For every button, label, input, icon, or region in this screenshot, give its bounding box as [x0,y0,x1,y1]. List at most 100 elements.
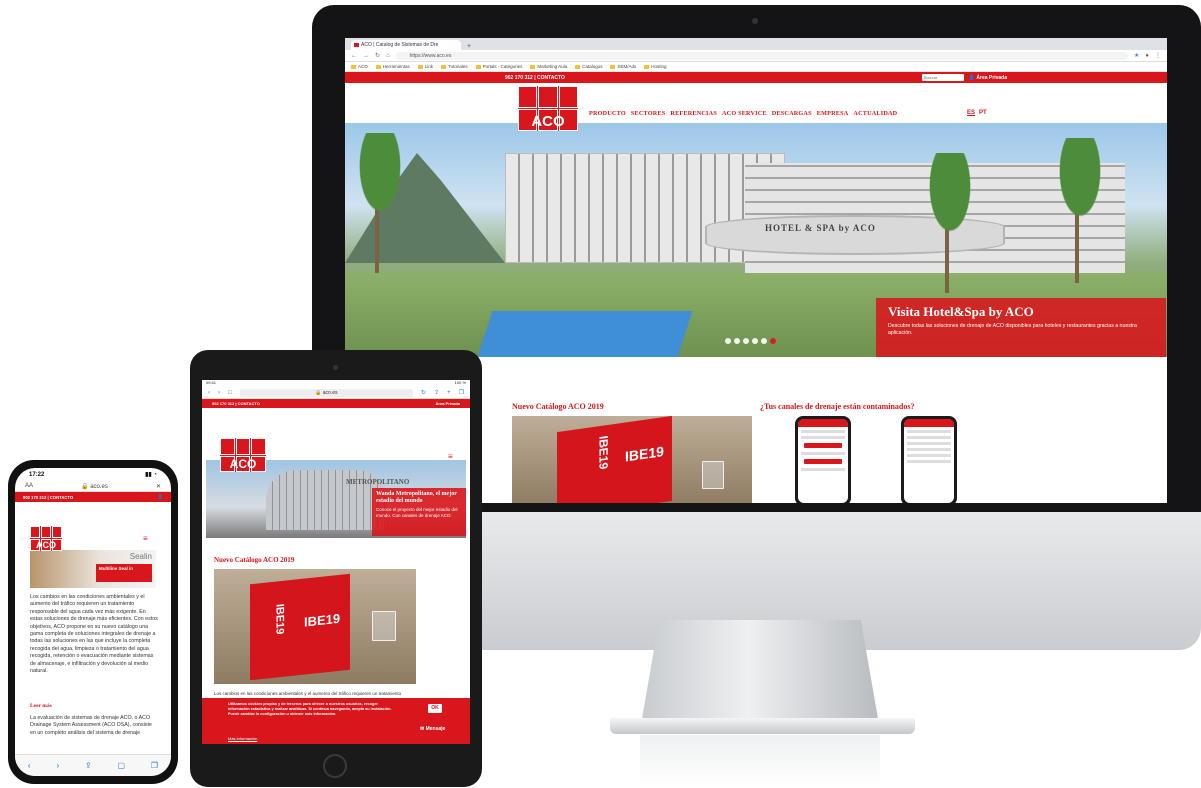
address-bar[interactable]: 🔒 aco.es [239,388,414,397]
aco-logo[interactable]: ACO [220,438,266,472]
address-bar[interactable]: https://www.aco.es [395,51,1128,60]
bookmark-star-icon[interactable]: ★ [1134,52,1139,59]
bookmark-item[interactable]: Catalogos [575,64,602,69]
phone-hero[interactable]: Sealin Multiline Seal in [30,550,156,588]
nav-item-producto[interactable]: PRODUCTO [589,110,626,117]
imac-stand [640,620,880,730]
app-screenshot-2[interactable] [901,416,957,503]
bookmark-item[interactable]: ACO [351,64,368,69]
forward-icon[interactable]: › [56,761,59,770]
app-screenshot[interactable] [795,416,851,503]
phone-screen: 17:22 ▮▮ ◔ AA 🔒 aco.es ✕ 902 170 312 | C… [15,468,171,776]
nav-item-descargas[interactable]: DESCARGAS [772,110,812,117]
menu-icon[interactable]: ⋮ [1155,52,1161,59]
tabs-icon[interactable]: ❐ [459,389,464,396]
private-area-label: Área Privada [976,74,1007,81]
browser-toolbar: ← → ↻ ⌂ https://www.aco.es ★ ● ⋮ [345,50,1167,62]
bookmark-item[interactable]: SEM/Ads [610,64,636,69]
close-icon[interactable]: ✕ [156,483,161,490]
slider-dot[interactable] [734,338,740,344]
lang-es[interactable]: ES [967,110,975,116]
contact-link[interactable]: 902 170 312 | CONTACTO [505,75,565,81]
search-input[interactable]: Buscar [921,74,964,81]
phone-address-bar: AA 🔒 aco.es ✕ [15,481,171,492]
back-icon[interactable]: ‹ [28,761,31,770]
bookmark-item[interactable]: Tutoriales [441,64,468,69]
browser-tab[interactable]: ACO | Catalog de Sistemas de Dre [351,40,461,50]
catalog-photo[interactable]: IBE19 IBE19 [512,416,752,503]
tablet-catalog-photo[interactable]: IBE19 IBE19 [214,569,416,684]
read-more-link[interactable]: Leer más [30,703,52,709]
cookie-ok-button[interactable]: OK [428,704,442,713]
drains-title[interactable]: ¿Tus canales de drenaje están contaminad… [760,402,914,411]
new-tab-icon[interactable]: + [447,390,451,396]
slider-dot[interactable] [761,338,767,344]
reload-icon[interactable]: ↻ [375,52,380,59]
camera-icon [333,365,338,370]
nav-item-actualidad[interactable]: ACTUALIDAD [853,110,897,117]
address-bar[interactable]: 🔒 aco.es [81,483,108,490]
safari-toolbar: ‹ › □ 🔒 aco.es ↻ ⇪ + ❐ [202,387,470,399]
slider-dot[interactable] [752,338,758,344]
catalog-title[interactable]: Nuevo Catálogo ACO 2019 [512,402,604,411]
lang-pt[interactable]: PT [979,110,987,116]
pool [477,311,693,357]
new-tab-icon[interactable]: + [467,43,471,50]
tabs-icon[interactable]: ❐ [151,761,158,770]
cookie-more-link[interactable]: Más información [228,736,257,741]
tablet-catalog-title[interactable]: Nuevo Catálogo ACO 2019 [214,556,294,564]
bookmark-item[interactable]: Portals - Categories [476,64,523,69]
message-button[interactable]: ✉ Mensaje [420,726,445,732]
glass [372,611,396,641]
reload-icon[interactable]: ↻ [421,389,426,396]
back-icon[interactable]: ‹ [208,390,210,396]
safari-bottom-bar: ‹ › ⇪ ▢ ❐ [15,754,171,776]
tablet-hero-text: Conoce el proyecto del mejor estadio del… [376,507,458,518]
phone-status-bar: 17:22 ▮▮ ◔ [15,468,171,481]
browser-tab-bar: ACO | Catalog de Sistemas de Dre + [345,38,1167,50]
user-icon[interactable]: 👤 [158,494,163,500]
back-icon[interactable]: ← [351,53,357,59]
contact-link[interactable]: 902 170 312 | CONTACTO [212,401,260,406]
menu-icon[interactable]: ≡ [143,534,148,543]
aco-logo[interactable]: ACO [518,86,578,131]
share-icon[interactable]: ⇪ [434,389,439,396]
bookmarks-icon[interactable]: ▢ [118,761,126,770]
profile-icon[interactable]: ● [1145,53,1149,59]
nav-item-referencias[interactable]: REFERENCIAS [670,110,717,117]
nav-item-sectores[interactable]: SECTORES [631,110,666,117]
home-button[interactable] [323,754,347,778]
private-area-link[interactable]: Área Privada [436,401,460,406]
imac-reflection [640,735,880,785]
home-icon[interactable]: ⌂ [386,53,390,59]
slider-dot[interactable] [770,338,776,344]
forward-icon[interactable]: → [363,53,369,59]
slider-dot[interactable] [743,338,749,344]
bookmark-item[interactable]: Marketing Aula [530,64,567,69]
book-label: IBE19 [304,610,341,630]
imac-stand-foot [610,718,915,734]
contact-link[interactable]: 902 170 312 | CONTACTO [23,495,73,500]
tablet-body-text: Los cambios en las condiciones ambiental… [214,691,402,696]
forward-icon[interactable]: › [218,390,220,396]
bookmark-item[interactable]: Link [418,64,433,69]
text-size-icon[interactable]: AA [25,483,33,489]
camera-icon [752,18,758,24]
share-icon[interactable]: ⇪ [85,761,92,770]
bookmark-item[interactable]: Herramientas [376,64,410,69]
book-icon[interactable]: □ [228,390,232,396]
glass [702,461,724,489]
aco-logo[interactable]: ACO [30,526,62,551]
private-area-link[interactable]: 👤 Área Privada [969,75,1007,81]
url-text: aco.es [90,483,108,490]
book-spine-label: IBE19 [273,603,286,636]
phone-body-text-2: La evaluación de sistemas de drenaje ACO… [30,715,152,736]
status-time: 17:22 [29,471,45,478]
tablet-screen: 09:41 100 % ‹ › □ 🔒 aco.es ↻ ⇪ + ❐ 902 1… [202,380,470,744]
bookmark-item[interactable]: Hosting [644,64,666,69]
hero-caption[interactable]: Visita Hotel&Spa by ACO Descubre todas l… [876,298,1166,357]
nav-item-aco-service[interactable]: ACO SERVICE [722,110,767,117]
tablet-status-bar: 09:41 100 % [202,380,470,387]
nav-item-empresa[interactable]: EMPRESA [817,110,849,117]
slider-dot[interactable] [725,338,731,344]
